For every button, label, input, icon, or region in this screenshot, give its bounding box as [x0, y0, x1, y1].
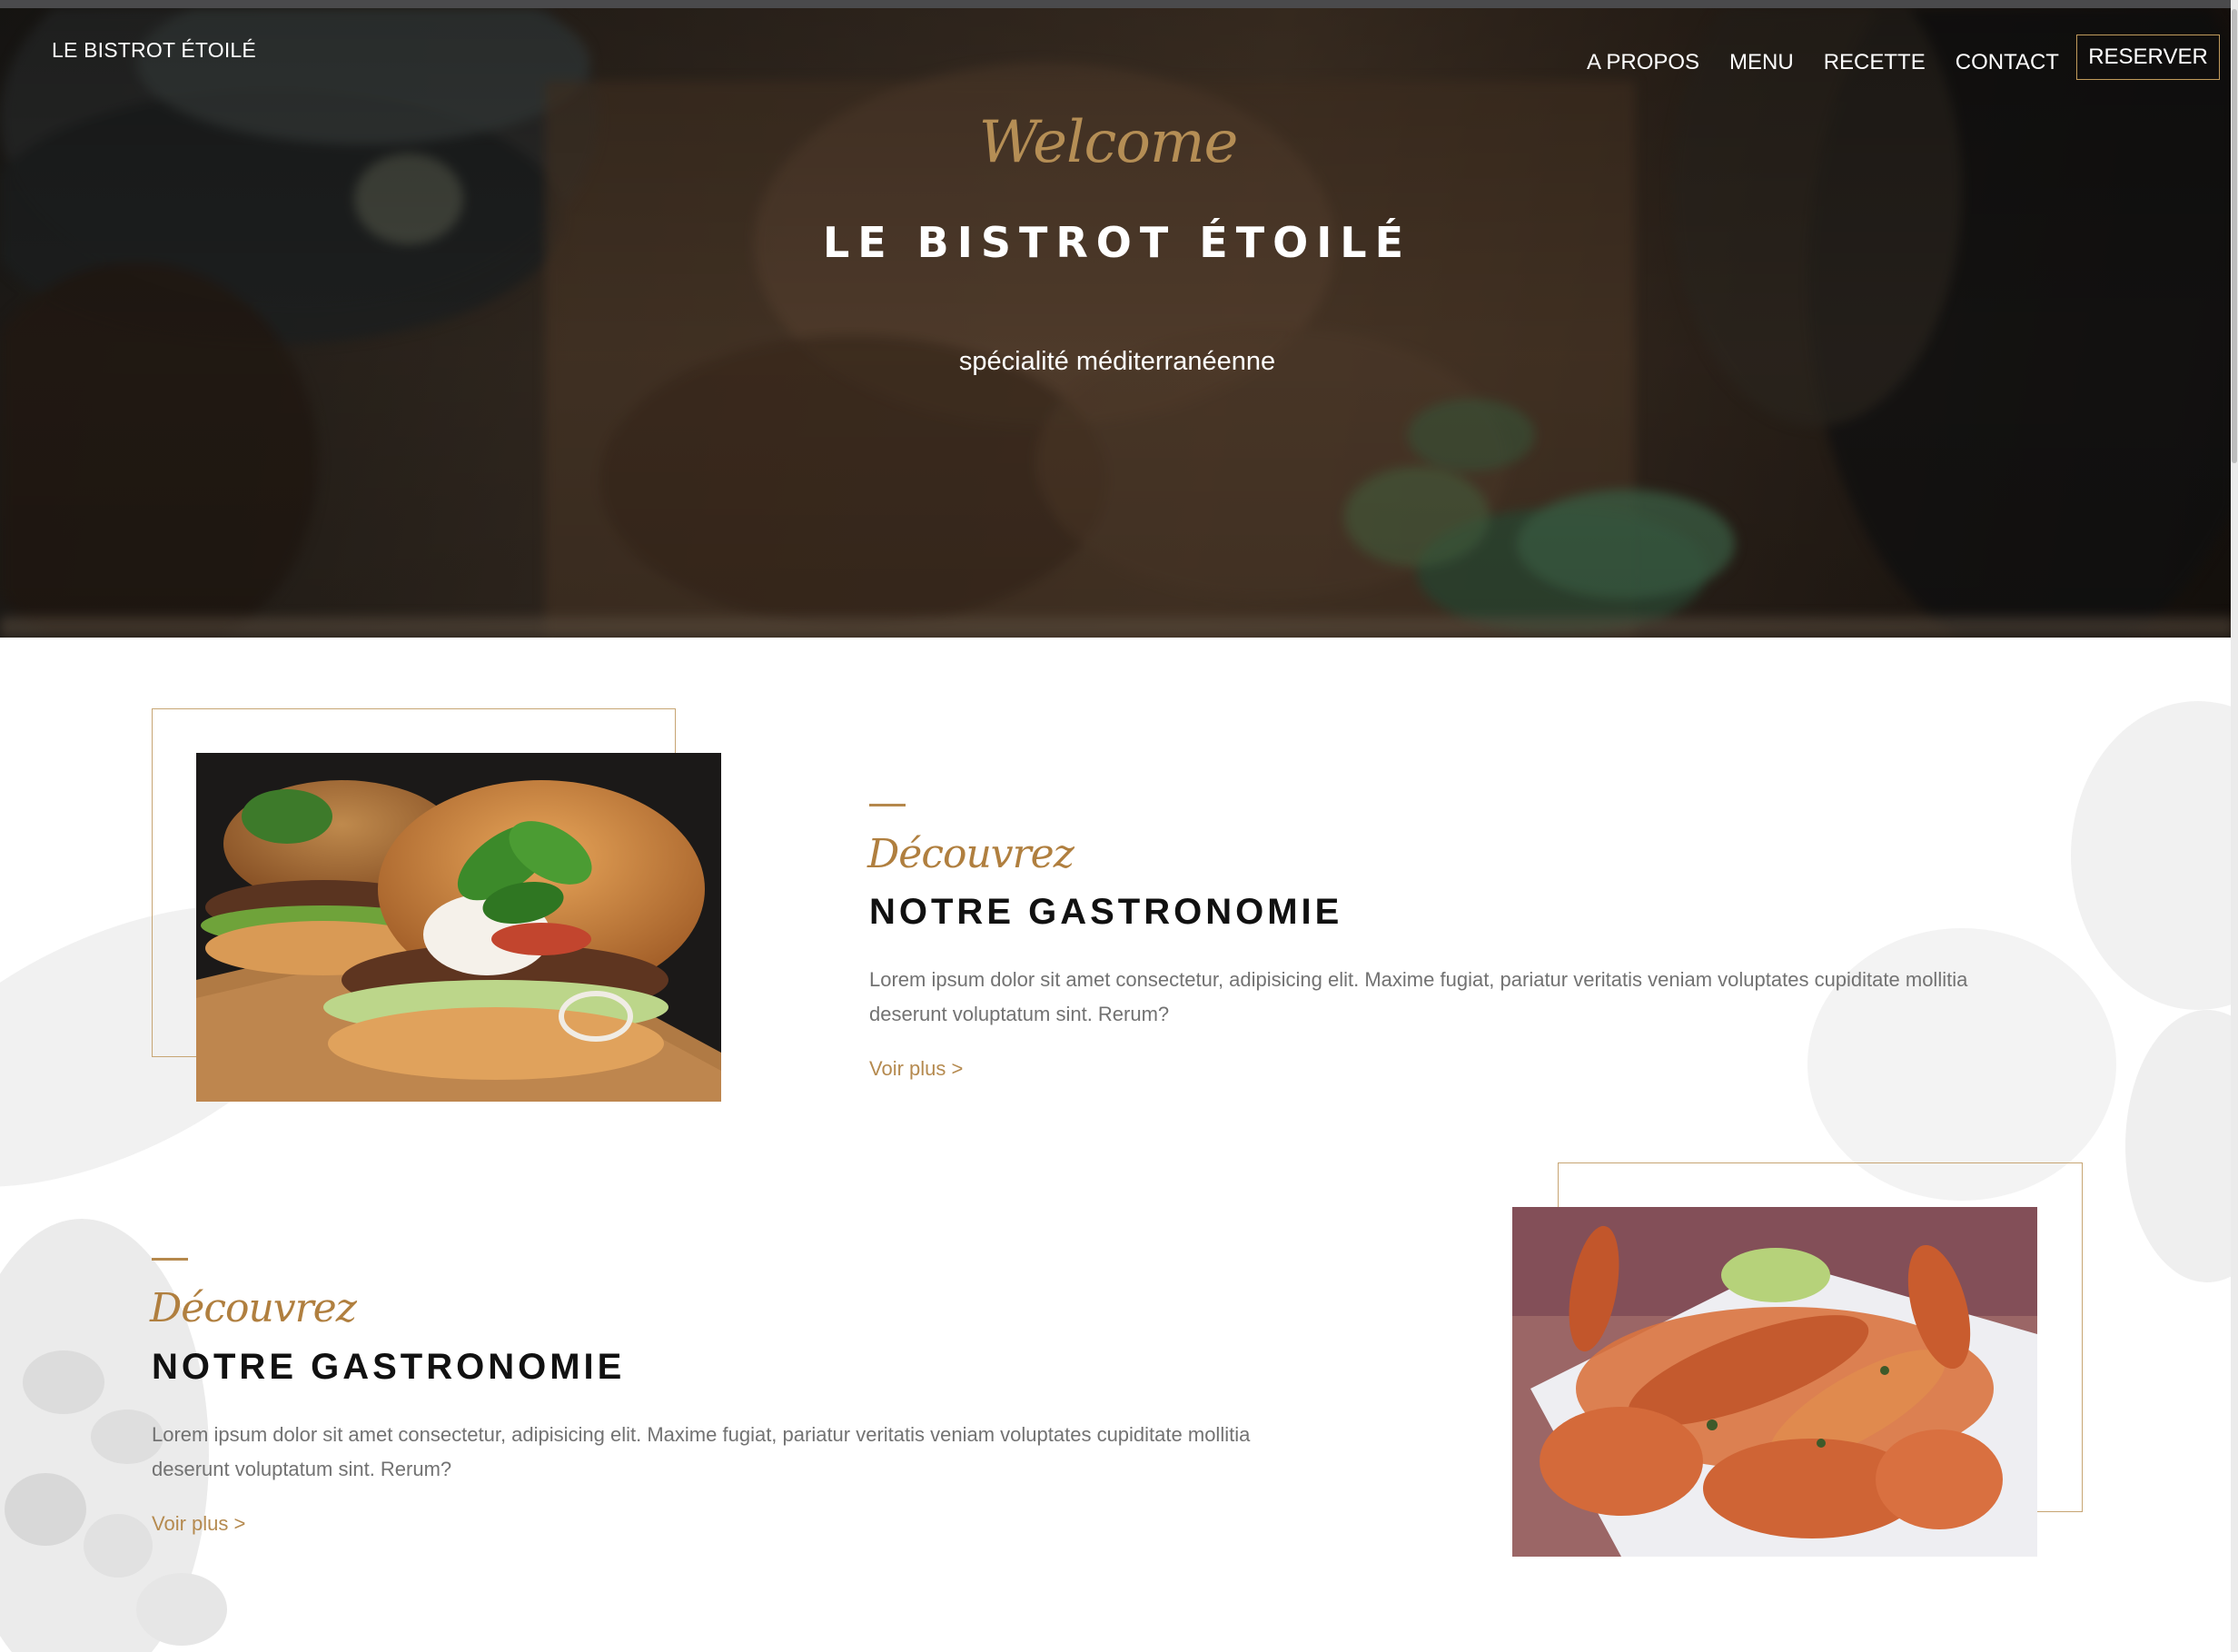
hero-welcome-script: Welcome: [978, 109, 1239, 176]
scrollbar-thumb[interactable]: [2232, 9, 2237, 463]
nav-contact[interactable]: CONTACT: [1956, 50, 2059, 75]
section-2-title: NOTRE GASTRONOMIE: [152, 1347, 626, 1387]
hero-title: LE BISTROT ÉTOILÉ: [822, 218, 1412, 267]
section-2-voir-plus-link[interactable]: Voir plus >: [152, 1512, 245, 1536]
section-1-voir-plus-link[interactable]: Voir plus >: [869, 1057, 963, 1081]
nav-recette[interactable]: RECETTE: [1824, 50, 1926, 75]
section-1-text: Lorem ipsum dolor sit amet consectetur, …: [869, 968, 1968, 1025]
hero-subtitle: spécialité méditerranéenne: [958, 347, 1276, 376]
section-1-title: NOTRE GASTRONOMIE: [869, 892, 1343, 932]
hero-banner: [0, 8, 2234, 638]
hero-overlay: [0, 8, 2234, 638]
window-top-strip: [0, 0, 2238, 8]
brand-logo[interactable]: LE BISTROT ÉTOILÉ: [52, 38, 256, 63]
nav-menu[interactable]: MENU: [1729, 50, 1794, 75]
section-2-kicker: Découvrez: [150, 1285, 357, 1331]
section-1-image-burger: [196, 753, 721, 1102]
section-1-kicker: Découvrez: [867, 831, 1074, 877]
section-1-accent-line: [869, 804, 906, 806]
main-nav: A PROPOS MENU RECETTE CONTACT: [1587, 50, 2059, 75]
reserve-button[interactable]: RESERVER: [2076, 35, 2220, 80]
section-2-accent-line: [152, 1258, 188, 1261]
section-2-image-grilled-shrimp: [1512, 1207, 2037, 1557]
nav-a-propos[interactable]: A PROPOS: [1587, 50, 1699, 75]
section-2-text: Lorem ipsum dolor sit amet consectetur, …: [152, 1423, 1251, 1480]
